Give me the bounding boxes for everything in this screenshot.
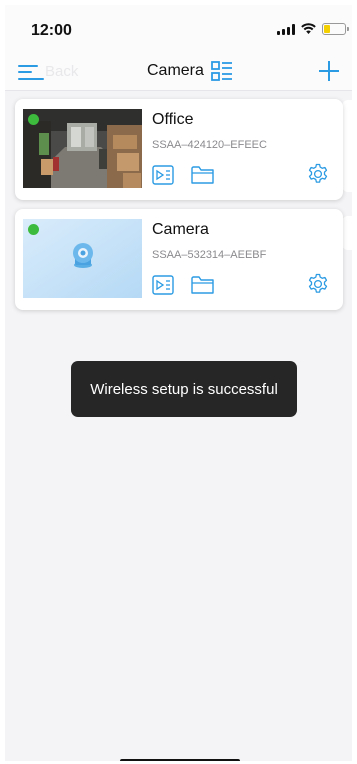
navigation-bar: Back Camera [5, 51, 352, 91]
device-uid: SSAA–424120–EFEEC [152, 139, 267, 151]
camera-placeholder-thumbnail[interactable] [23, 219, 142, 298]
device-name: Camera [152, 221, 209, 238]
nav-title-group: Camera [147, 61, 233, 81]
signal-icon [277, 23, 295, 35]
back-label[interactable]: Back [45, 63, 78, 80]
home-indicator[interactable] [120, 759, 240, 761]
online-status-indicator [28, 224, 39, 235]
folder-icon[interactable] [191, 275, 214, 294]
device-card[interactable]: Camera SSAA–532314–AEEBF [15, 209, 343, 310]
online-status-indicator [28, 114, 39, 125]
folder-icon[interactable] [191, 165, 214, 184]
list-view-icon[interactable] [211, 61, 233, 81]
device-uid: SSAA–532314–AEEBF [152, 249, 267, 261]
device-name: Office [152, 111, 194, 128]
settings-icon[interactable] [307, 273, 329, 295]
device-card[interactable]: Office SSAA–424120–EFEEC [15, 99, 343, 200]
hamburger-menu-icon[interactable] [18, 61, 44, 83]
playback-icon[interactable] [152, 275, 174, 295]
toast-message: Wireless setup is successful [90, 380, 278, 398]
playback-icon[interactable] [152, 165, 174, 185]
plus-icon[interactable] [318, 60, 340, 82]
status-time: 12:00 [31, 22, 72, 39]
camera-snapshot[interactable] [23, 109, 142, 188]
settings-icon[interactable] [307, 163, 329, 185]
camera-placeholder-icon [73, 243, 93, 268]
wifi-icon [301, 23, 316, 34]
battery-icon [322, 23, 349, 35]
status-icons [277, 23, 349, 35]
page-title: Camera [147, 62, 204, 79]
background-panel [342, 216, 352, 250]
toast-notification: Wireless setup is successful [71, 361, 297, 417]
background-panel [342, 100, 352, 192]
app-screen: 12:00 Back Camera Office SSAA–424120–EFE… [5, 5, 352, 761]
status-bar: 12:00 [5, 5, 352, 51]
